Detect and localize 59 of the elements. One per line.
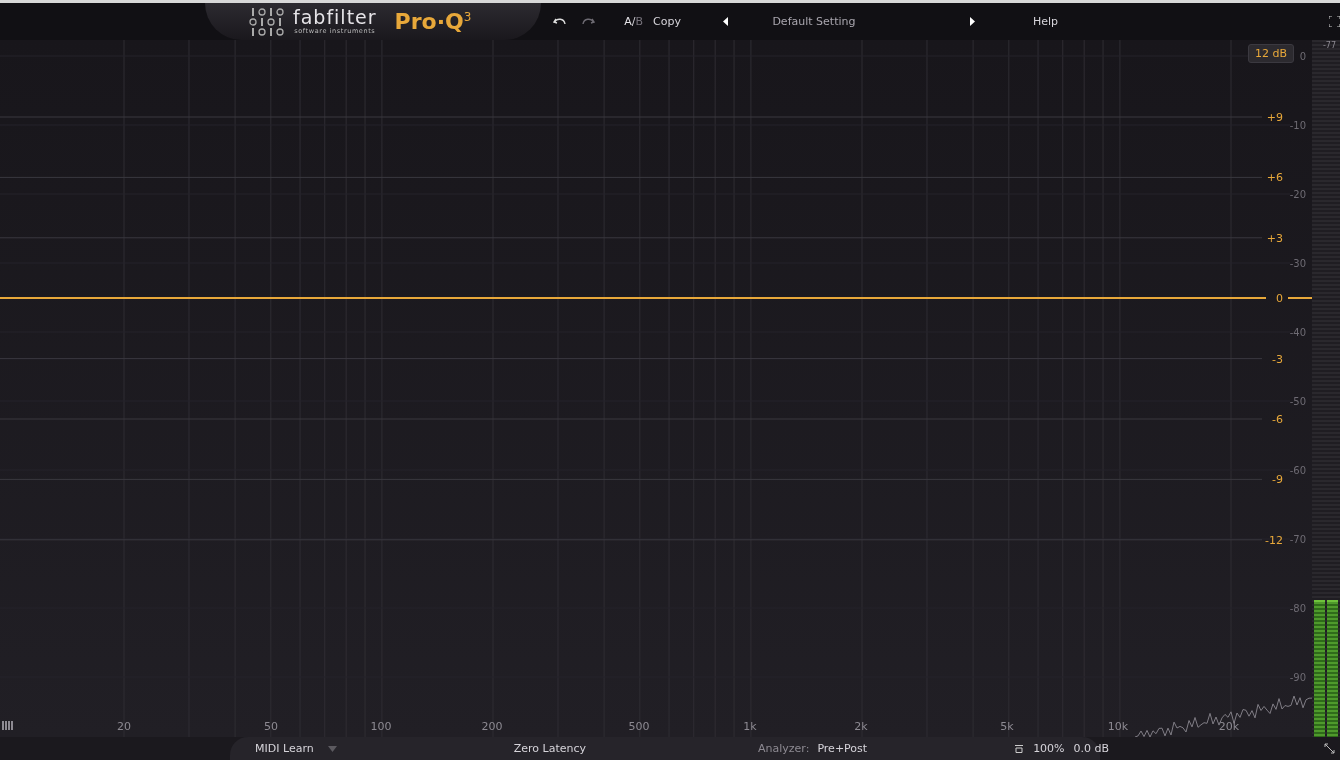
analyzer-scale-label: -20 (1289, 189, 1306, 200)
left-triangle-icon (722, 17, 728, 26)
frequency-label: 100 (370, 720, 392, 733)
analyzer-scale-label: -40 (1289, 327, 1306, 338)
gain-scale-label: -9 (1272, 473, 1283, 487)
ab-separator: / (631, 15, 636, 28)
preset-name[interactable]: Default Setting (734, 15, 893, 28)
previous-preset-button[interactable] (722, 17, 728, 26)
ab-option[interactable]: A (624, 15, 632, 28)
latency-mode-button[interactable]: Zero Latency (513, 742, 586, 755)
analyzer-scale-label: 0 (1299, 51, 1306, 62)
analyzer-scale-label: -50 (1289, 396, 1306, 407)
gain-scale-label: 0 (1276, 292, 1283, 306)
analyzer-scale-label: -70 (1289, 534, 1306, 545)
copy-button[interactable]: Copy (653, 15, 681, 28)
gain-scale-label: -6 (1272, 413, 1283, 426)
gain-scale-label: -3 (1272, 352, 1283, 366)
analyzer-scale-label: -10 (1289, 120, 1306, 131)
frequency-label: 2k (854, 720, 868, 733)
redo-icon (581, 16, 596, 27)
frequency-label: 50 (264, 720, 278, 733)
resize-button[interactable] (1324, 743, 1335, 754)
help-button[interactable]: Help (1032, 15, 1058, 28)
analyzer-scale-label: -60 (1289, 465, 1306, 476)
next-preset-button[interactable] (969, 17, 975, 26)
caret-icon (327, 745, 337, 752)
range-selector[interactable]: 12 dB (1247, 44, 1294, 63)
fullscreen-button[interactable] (1329, 16, 1340, 27)
frequency-label: 500 (628, 720, 650, 733)
undo-button[interactable] (553, 16, 568, 27)
piano-icon[interactable] (2, 720, 13, 731)
zoom-button[interactable]: 100% (1033, 742, 1065, 755)
analyzer-label: Analyzer: (758, 742, 810, 755)
frequency-label: 20k (1218, 720, 1240, 733)
analyzer-scale-label: -80 (1289, 603, 1306, 614)
peak-readout: -77 (1322, 41, 1336, 50)
analyzer-mode-button[interactable]: Pre+Post (817, 742, 868, 755)
right-triangle-icon (969, 17, 975, 26)
ab-option[interactable]: B (635, 15, 644, 28)
undo-icon (553, 16, 568, 27)
logo-wordmark: fabfilter (293, 8, 377, 28)
frequency-label: 200 (481, 720, 503, 733)
gain-scale-label: -12 (1265, 533, 1283, 547)
resize-icon (1324, 743, 1335, 754)
frequency-label: 1k (743, 720, 757, 733)
analyzer-scale-label: -90 (1289, 672, 1306, 683)
fullscreen-icon (1329, 16, 1340, 27)
gain-scale-label: +3 (1266, 231, 1283, 245)
frequency-label: 20 (117, 720, 131, 733)
analyzer-scale-label: -30 (1289, 258, 1306, 269)
redo-button[interactable] (581, 16, 596, 27)
gain-scale-label: +6 (1266, 171, 1283, 185)
gain-scale-label: +9 (1266, 111, 1283, 124)
output-gain-field[interactable]: 0.0 dB (1073, 742, 1110, 755)
midi-learn-button[interactable]: MIDI Learn (255, 742, 314, 755)
frequency-label: 10k (1107, 720, 1129, 733)
product-name: Pro·Q$^{3}$ (394, 9, 472, 34)
frequency-label: 5k (1000, 720, 1014, 733)
logo-icon (249, 7, 285, 36)
